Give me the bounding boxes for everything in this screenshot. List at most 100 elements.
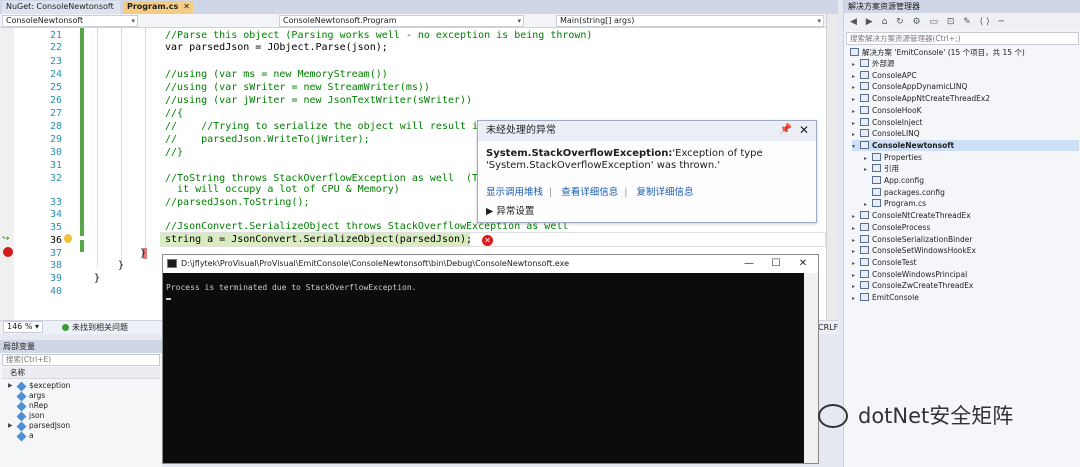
solution-item[interactable]: ▸ ConsoleLINQ — [852, 128, 1079, 139]
expand-icon[interactable]: ▸ — [852, 71, 860, 82]
exception-settings-toggle[interactable]: ▶ 异常设置 — [486, 203, 534, 217]
expand-icon[interactable]: ▸ — [864, 153, 872, 164]
locals-row[interactable]: a — [2, 431, 160, 442]
solution-item[interactable]: App.config — [864, 175, 1079, 186]
indent-guide — [145, 28, 146, 250]
expand-icon[interactable]: ▸ — [852, 82, 860, 93]
solution-search-input[interactable]: 搜索解决方案资源管理器(Ctrl+;) — [846, 32, 1079, 45]
solution-item[interactable]: ▸ ConsoleAPC — [852, 70, 1079, 81]
solution-item-label: ConsoleAppNtCreateThreadEx2 — [872, 94, 991, 104]
editor-scrollbar[interactable] — [826, 14, 838, 320]
lightbulb-icon[interactable] — [64, 234, 72, 243]
maximize-button[interactable]: ☐ — [763, 255, 789, 273]
locals-search-input[interactable]: 搜索(Ctrl+E) — [2, 354, 160, 366]
close-button[interactable]: ✕ — [790, 255, 816, 273]
code-line: } — [118, 260, 125, 271]
breakpoint-gutter[interactable] — [0, 28, 14, 320]
project-icon — [860, 222, 869, 231]
solution-item[interactable]: ▸ ConsoleNtCreateThreadEx — [852, 210, 1079, 221]
copy-details-link[interactable]: 复制详细信息 — [637, 187, 694, 198]
class-dropdown[interactable]: ConsoleNewtonsoft.Program ▾ — [279, 15, 524, 27]
code-line: var parsedJson = JObject.Parse(json); — [165, 42, 388, 53]
solution-item[interactable]: ▸ ConsoleHooK — [852, 105, 1079, 116]
locals-row[interactable]: ▶ parsedJson — [2, 421, 160, 432]
solution-item[interactable]: ▸ ConsoleWindowsPrincipal — [852, 269, 1079, 280]
code-line: string a = JsonConvert.SerializeObject(p… — [165, 234, 473, 245]
tab-nuget-consolenewtonsoft[interactable]: NuGet: ConsoleNewtonsoft — [2, 1, 120, 14]
expand-icon[interactable]: ▸ — [852, 235, 860, 246]
console-scrollbar[interactable] — [804, 273, 818, 463]
solution-item[interactable]: ▸ ConsoleZwCreateThreadEx — [852, 280, 1079, 291]
locals-row[interactable]: args — [2, 391, 160, 402]
solution-item-label: ConsoleAppDynamicLINQ — [872, 82, 968, 92]
exception-type: System.StackOverflowException: — [486, 148, 673, 159]
line-ending[interactable]: CRLF — [818, 321, 838, 334]
expand-icon[interactable]: ▸ — [864, 164, 872, 175]
tab-program-cs[interactable]: Program.cs ✕ — [123, 1, 193, 14]
locals-row[interactable]: nRep — [2, 401, 160, 412]
solution-item[interactable]: ▸ Program.cs — [864, 198, 1079, 209]
expand-icon[interactable]: ▶ — [8, 381, 13, 391]
expand-icon[interactable]: ▸ — [852, 211, 860, 222]
expand-icon[interactable]: ▶ — [8, 421, 13, 431]
expand-icon[interactable]: ▸ — [852, 223, 860, 234]
solution-item[interactable]: ▾ ConsoleNewtonsoft — [852, 139, 1079, 152]
expand-icon[interactable]: ▸ — [852, 281, 860, 292]
collapse-icon[interactable]: ▾ — [852, 141, 860, 152]
breakpoint-icon[interactable] — [3, 247, 13, 257]
pin-icon[interactable]: 📌 — [780, 124, 792, 135]
line-number: 34 — [49, 209, 62, 220]
expand-icon[interactable]: ▸ — [852, 270, 860, 281]
line-number: 29 — [49, 134, 62, 145]
solution-item-label: EmitConsole — [872, 293, 919, 302]
expand-icon[interactable]: ▸ — [852, 246, 860, 257]
solution-toolbar[interactable]: ◀ ▶ ⌂ ↻ ⚙ ▭ ⊡ ✎ ⟨⟩ ─ — [844, 13, 1080, 31]
solution-item[interactable]: ▸ ConsoleAppDynamicLINQ — [852, 81, 1079, 92]
solution-item[interactable]: ▸ EmitConsole — [852, 292, 1079, 303]
line-number: 26 — [49, 95, 62, 106]
issues-status[interactable]: 未找到相关问题 — [72, 321, 128, 334]
solution-item[interactable]: ▸ ConsoleInject — [852, 117, 1079, 128]
expand-icon[interactable]: ▸ — [852, 293, 860, 304]
show-call-stack-link[interactable]: 显示调用堆栈 — [486, 187, 543, 198]
expand-icon[interactable]: ▸ — [864, 199, 872, 210]
project-icon — [860, 211, 869, 220]
project-icon — [872, 199, 881, 208]
code-line: //using (var sWriter = new StreamWriter(… — [165, 82, 430, 93]
solution-item[interactable]: ▸ Properties — [864, 152, 1079, 163]
minimize-button[interactable]: — — [736, 255, 762, 273]
solution-item-label: ConsoleProcess — [872, 222, 931, 232]
solution-root[interactable]: 解决方案 'EmitConsole' (15 个项目，共 15 个) — [850, 47, 1079, 58]
close-tab-icon[interactable]: ✕ — [183, 1, 190, 13]
expand-icon[interactable]: ▸ — [852, 258, 860, 269]
locals-column-header[interactable]: 名称 — [2, 367, 160, 379]
solution-item[interactable]: ▸ 外部源 — [852, 58, 1079, 69]
exception-settings-label: 异常设置 — [496, 206, 535, 217]
solution-item[interactable]: ▸ ConsoleSerializationBinder — [852, 234, 1079, 245]
variable-icon — [16, 411, 27, 422]
member-dropdown[interactable]: Main(string[] args) ▾ — [556, 15, 824, 27]
class-dropdown-value: ConsoleNewtonsoft.Program — [283, 16, 397, 25]
solution-item[interactable]: ▸ ConsoleProcess — [852, 222, 1079, 233]
locals-row[interactable]: json — [2, 411, 160, 422]
solution-item[interactable]: packages.config — [864, 187, 1079, 198]
console-title-bar[interactable]: D:\jflytek\ProVisual\ProVisual\EmitConso… — [163, 255, 818, 273]
solution-item[interactable]: ▸ ConsoleAppNtCreateThreadEx2 — [852, 93, 1079, 104]
solution-item[interactable]: ▸ ConsoleSetWindowsHookEx — [852, 245, 1079, 256]
view-details-link[interactable]: 查看详细信息 — [561, 187, 618, 198]
code-line: //using (var ms = new MemoryStream()) — [165, 69, 388, 80]
expand-icon[interactable]: ▸ — [852, 106, 860, 117]
error-icon[interactable]: ✕ — [482, 235, 493, 246]
variable-name: json — [29, 411, 45, 420]
line-number: 28 — [49, 121, 62, 132]
solution-item[interactable]: ▸ 引用 — [864, 163, 1079, 174]
solution-item[interactable]: ▸ ConsoleTest — [852, 257, 1079, 268]
expand-icon[interactable]: ▸ — [852, 129, 860, 140]
locals-row[interactable]: ▶ $exception — [2, 381, 160, 392]
expand-icon[interactable]: ▸ — [852, 94, 860, 105]
zoom-dropdown[interactable]: 146 % ▾ — [3, 321, 43, 333]
close-icon[interactable]: ✕ — [799, 123, 809, 137]
expand-icon[interactable]: ▸ — [852, 118, 860, 129]
expand-icon[interactable]: ▸ — [852, 59, 860, 70]
project-dropdown[interactable]: ConsoleNewtonsoft ▾ — [2, 15, 138, 27]
